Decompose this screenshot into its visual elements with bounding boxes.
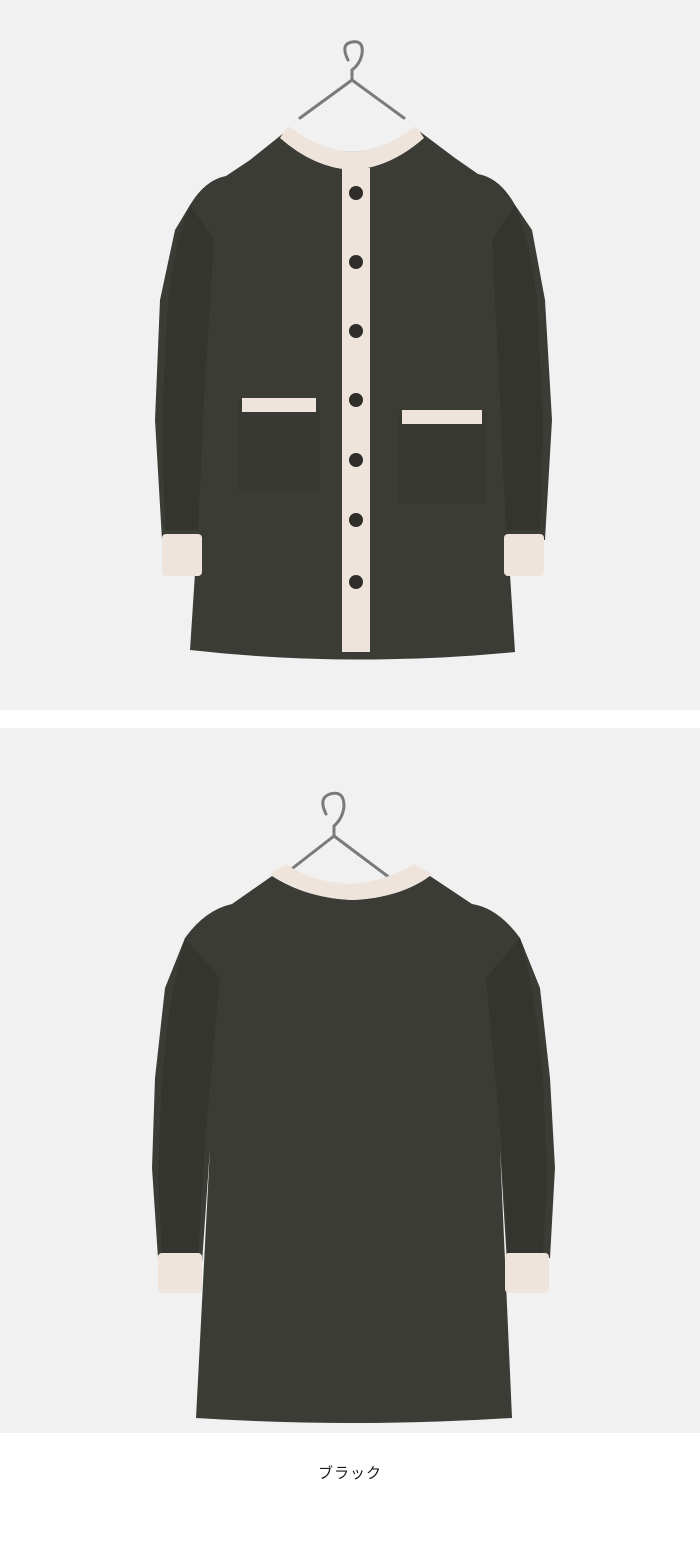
caption-area: ブラック	[0, 1433, 700, 1541]
left-cuff	[158, 1253, 202, 1293]
hanger	[298, 40, 406, 120]
garment-body	[152, 876, 555, 1423]
right-cuff	[504, 534, 544, 576]
right-cuff	[505, 1253, 549, 1293]
left-cuff	[162, 534, 202, 576]
front-view-photo	[0, 0, 700, 710]
hanger	[278, 791, 392, 880]
front-view-drawing	[155, 40, 552, 660]
color-name-caption: ブラック	[317, 1463, 382, 1482]
back-view-drawing	[152, 791, 555, 1423]
back-view-photo	[0, 728, 700, 1433]
